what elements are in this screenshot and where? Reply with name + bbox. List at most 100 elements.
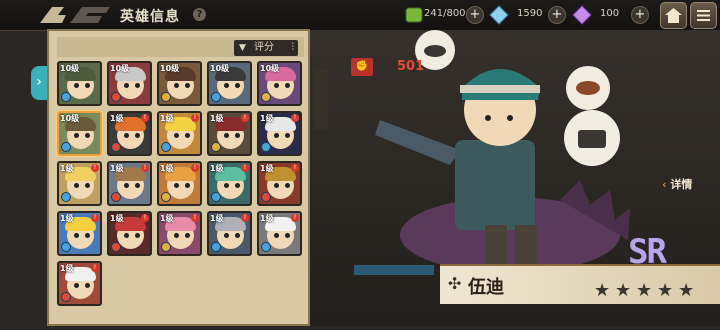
hero-level: 1级 bbox=[260, 114, 274, 123]
element-icon bbox=[261, 242, 271, 252]
hero-card[interactable]: 1级! bbox=[207, 111, 252, 156]
sort-order-icon: ⫶ bbox=[291, 42, 295, 53]
hero-eye bbox=[285, 133, 290, 138]
hero-eye bbox=[285, 183, 290, 188]
hero-eye bbox=[85, 233, 90, 238]
hero-eye bbox=[235, 83, 240, 88]
hero-level: 1级 bbox=[260, 164, 274, 173]
element-icon bbox=[61, 292, 71, 302]
hero-level: 10级 bbox=[210, 64, 230, 73]
hero-card[interactable]: 1级! bbox=[57, 161, 102, 206]
element-icon bbox=[261, 92, 271, 102]
sort-label: 评分 bbox=[254, 42, 274, 53]
hero-level: 1级 bbox=[60, 214, 74, 223]
detail-label: 详情 bbox=[670, 178, 693, 191]
element-icon bbox=[161, 192, 171, 202]
hero-card[interactable]: 1级! bbox=[257, 161, 302, 206]
notification-dot-icon: ! bbox=[141, 114, 149, 122]
energy-value: 241/800 bbox=[424, 8, 466, 19]
element-icon bbox=[261, 142, 271, 152]
notification-dot-icon: ! bbox=[141, 164, 149, 172]
hero-card[interactable]: 10级 bbox=[57, 111, 102, 156]
hero-card[interactable]: 1级! bbox=[107, 111, 152, 156]
hero-card[interactable]: 1级! bbox=[57, 211, 102, 256]
hero-eye bbox=[124, 233, 129, 238]
gem-icon bbox=[572, 5, 592, 25]
hero-card[interactable]: 1级! bbox=[207, 211, 252, 256]
add-gem-button[interactable]: + bbox=[631, 6, 649, 24]
notification-dot-icon: ! bbox=[291, 114, 299, 122]
hero-eye bbox=[235, 133, 240, 138]
hero-eye bbox=[235, 233, 240, 238]
panel-header: ▼ 评分 ⫶ bbox=[57, 37, 304, 57]
hero-level: 1级 bbox=[160, 164, 174, 173]
hero-card[interactable]: 10级 bbox=[257, 61, 302, 106]
hero-card[interactable]: 1级! bbox=[107, 211, 152, 256]
hero-eye bbox=[274, 133, 279, 138]
hero-card[interactable]: 10级 bbox=[157, 61, 202, 106]
hero-list-panel: ▼ 评分 ⫶ 10级 10级 10级 10级 10级 10级 1级! 1级! 1级! 1级! 1级!… bbox=[47, 29, 310, 326]
element-icon bbox=[111, 192, 121, 202]
hero-eye bbox=[85, 183, 90, 188]
hero-eye bbox=[135, 133, 140, 138]
hero-weapon bbox=[375, 120, 460, 165]
element-icon bbox=[261, 192, 271, 202]
hero-card[interactable]: 1级! bbox=[207, 161, 252, 206]
crystal-icon bbox=[489, 5, 509, 25]
hero-card[interactable]: 1级! bbox=[157, 111, 202, 156]
help-icon[interactable]: ? bbox=[193, 8, 206, 21]
hero-eye bbox=[274, 233, 279, 238]
sort-button[interactable]: ▼ 评分 ⫶ bbox=[234, 40, 298, 56]
hero-eye bbox=[174, 233, 179, 238]
menu-button[interactable] bbox=[690, 2, 717, 29]
hero-name: 伍迪 bbox=[468, 277, 504, 298]
hero-card[interactable]: 1级! bbox=[157, 211, 202, 256]
hero-eye bbox=[174, 183, 179, 188]
element-icon bbox=[61, 92, 71, 102]
notification-dot-icon: ! bbox=[291, 164, 299, 172]
element-icon bbox=[161, 242, 171, 252]
element-icon bbox=[61, 192, 71, 202]
hero-eye bbox=[74, 233, 79, 238]
hero-eye bbox=[274, 83, 279, 88]
hero-level: 10级 bbox=[260, 64, 280, 73]
hero-card[interactable]: 1级! bbox=[57, 261, 102, 306]
hero-card[interactable]: 10级 bbox=[57, 61, 102, 106]
detail-button[interactable]: ‹ 详情 bbox=[662, 176, 692, 192]
hero-eye bbox=[135, 83, 140, 88]
hero-level: 10级 bbox=[110, 64, 130, 73]
hero-level: 1级 bbox=[60, 264, 74, 273]
crystal-value: 1590 bbox=[517, 8, 543, 19]
collapse-panel-tab[interactable]: › bbox=[31, 66, 47, 100]
hero-level: 1级 bbox=[160, 214, 174, 223]
game-logo-icon[interactable] bbox=[40, 5, 112, 25]
hero-card[interactable]: 10级 bbox=[207, 61, 252, 106]
element-icon bbox=[211, 242, 221, 252]
hero-card[interactable]: 1级! bbox=[257, 211, 302, 256]
notification-dot-icon: ! bbox=[91, 214, 99, 222]
notification-dot-icon: ! bbox=[191, 114, 199, 122]
hero-level: 1级 bbox=[210, 114, 224, 123]
star-icon: ★ bbox=[657, 280, 674, 301]
add-crystal-button[interactable]: + bbox=[548, 6, 566, 24]
element-icon bbox=[161, 92, 171, 102]
class-icon: ✣ bbox=[448, 274, 462, 293]
hero-card[interactable]: 1级! bbox=[157, 161, 202, 206]
element-icon bbox=[111, 92, 121, 102]
add-energy-button[interactable]: + bbox=[466, 6, 484, 24]
star-icon: ★ bbox=[678, 280, 695, 301]
element-icon bbox=[211, 142, 221, 152]
notification-dot-icon: ! bbox=[241, 214, 249, 222]
notification-dot-icon: ! bbox=[191, 164, 199, 172]
notification-dot-icon: ! bbox=[241, 114, 249, 122]
hero-eye bbox=[224, 233, 229, 238]
home-button[interactable] bbox=[660, 2, 687, 29]
hero-card[interactable]: 1级! bbox=[257, 111, 302, 156]
hero-level: 1级 bbox=[210, 164, 224, 173]
hero-eye bbox=[224, 83, 229, 88]
element-icon bbox=[61, 142, 71, 152]
hero-card[interactable]: 1级! bbox=[107, 161, 152, 206]
hero-power: ✊ 501 bbox=[351, 58, 433, 76]
filter-icon: ▼ bbox=[239, 43, 246, 53]
hero-card[interactable]: 10级 bbox=[107, 61, 152, 106]
